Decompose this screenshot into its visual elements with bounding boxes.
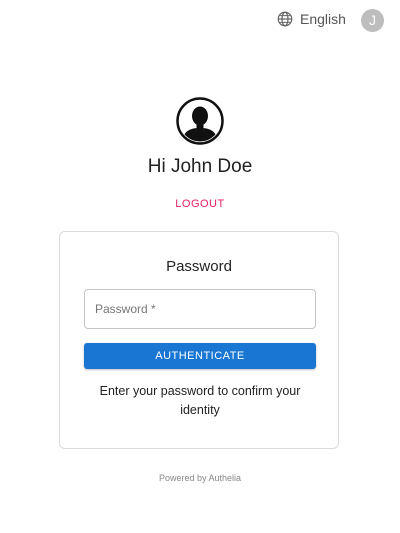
confirm-identity-hint: Enter your password to confirm your iden… xyxy=(99,384,301,417)
greeting-text: Hi John Doe xyxy=(147,156,253,177)
language-selector[interactable]: English xyxy=(276,10,346,28)
card-title: Password xyxy=(166,258,232,275)
user-silhouette-icon xyxy=(176,97,224,145)
authenticate-button[interactable]: AUTHENTICATE xyxy=(84,343,316,369)
password-field[interactable] xyxy=(84,289,316,329)
password-input[interactable] xyxy=(85,290,315,328)
logout-link[interactable]: LOGOUT xyxy=(0,198,400,210)
powered-by-footer: Powered by Authelia xyxy=(158,473,242,483)
authelia-consent-page: English J Hi John Doe LOGOUT Password AU… xyxy=(0,0,400,533)
account-avatar[interactable]: J xyxy=(361,9,384,32)
globe-icon xyxy=(277,11,293,27)
language-label: English xyxy=(300,11,346,27)
password-card: Password AUTHENTICATE Enter your passwor… xyxy=(59,231,339,449)
